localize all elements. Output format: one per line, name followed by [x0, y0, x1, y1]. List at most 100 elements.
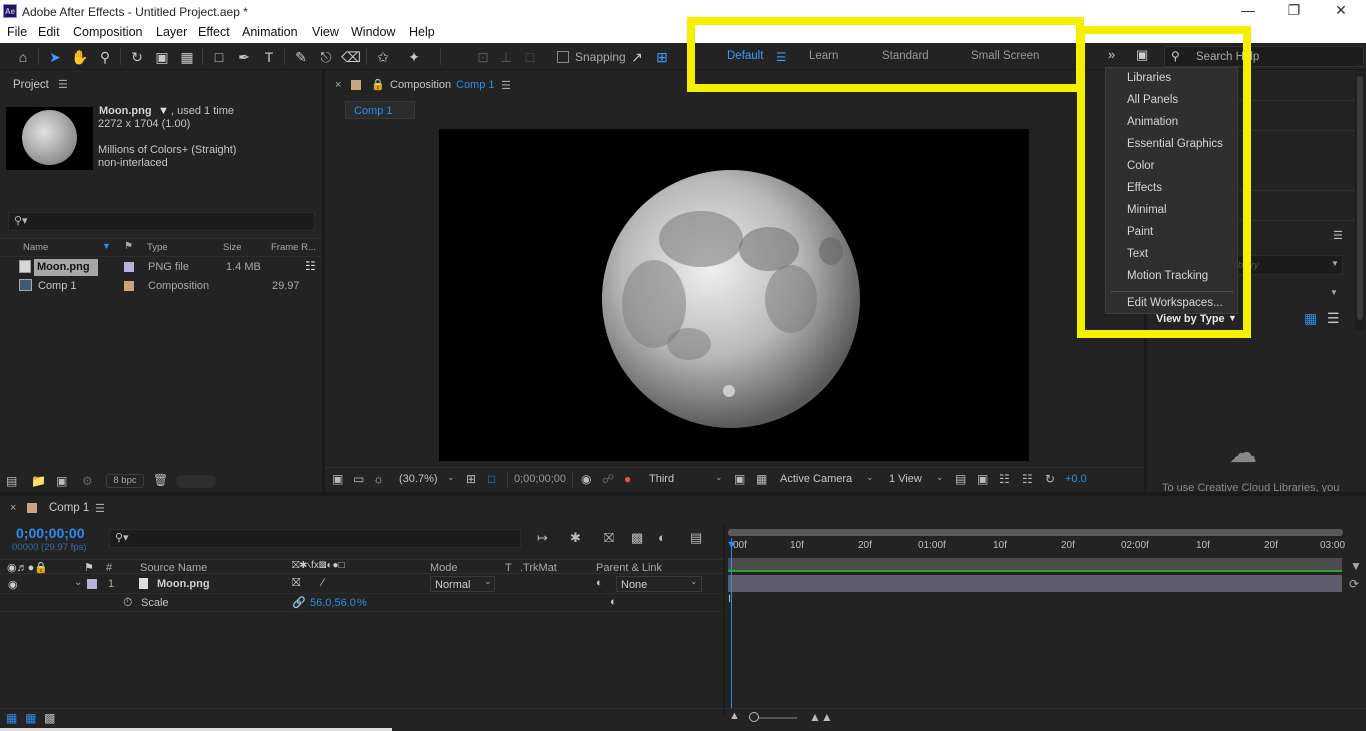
shy-switch-icon[interactable]: ⛝: [292, 577, 300, 590]
menu-item-color[interactable]: Color: [1127, 160, 1154, 172]
menu-composition[interactable]: Composition: [73, 25, 142, 39]
brush-tool-icon[interactable]: ✎: [291, 47, 311, 67]
menu-item-paint[interactable]: Paint: [1127, 226, 1153, 238]
time-ruler[interactable]: 00f 10f 20f 01:00f 10f 20f 02:00f 10f 20…: [725, 538, 1345, 558]
axis-view-icon[interactable]: □: [520, 47, 540, 67]
menu-file[interactable]: File: [7, 25, 27, 39]
menu-help[interactable]: Help: [409, 25, 435, 39]
label-color-swatch[interactable]: [124, 262, 134, 272]
chevron-down-icon[interactable]: ⌄: [447, 472, 455, 483]
close-panel-icon[interactable]: ×: [10, 502, 16, 514]
chevron-down-icon[interactable]: ⌄: [866, 472, 874, 483]
layer-duration-bar[interactable]: [728, 575, 1342, 592]
timeline-nav-icon[interactable]: ⟳: [1349, 577, 1359, 591]
layer-label-swatch[interactable]: [87, 579, 97, 589]
monitor-icon[interactable]: ▭: [353, 472, 364, 486]
graph-editor-icon[interactable]: ▤: [690, 530, 702, 546]
new-composition-icon[interactable]: ▣: [56, 474, 67, 488]
chevron-down-icon[interactable]: ▼: [1330, 288, 1338, 297]
menu-item-animation[interactable]: Animation: [1127, 116, 1178, 128]
asset-usage-dropdown-icon[interactable]: ▼: [158, 105, 169, 117]
minimize-icon[interactable]: —: [1238, 2, 1258, 20]
menu-item-all-panels[interactable]: All Panels: [1127, 94, 1178, 106]
rotate-tool-icon[interactable]: ↻: [127, 47, 147, 67]
grid-guides-icon[interactable]: ⊞: [466, 472, 476, 486]
zoom-tool-icon[interactable]: ⚲: [95, 47, 115, 67]
menu-item-edit-workspaces[interactable]: Edit Workspaces...: [1127, 297, 1223, 309]
menu-item-libraries[interactable]: Libraries: [1127, 72, 1171, 84]
snap-box-icon[interactable]: ⊞: [652, 47, 672, 67]
menu-item-effects[interactable]: Effects: [1127, 182, 1162, 194]
chevron-down-icon[interactable]: ⌄: [715, 472, 723, 483]
resolution-dropdown[interactable]: Third: [649, 473, 674, 485]
region-of-interest-icon[interactable]: ▣: [734, 472, 745, 486]
layer-switches-toggle-icon[interactable]: ▦: [6, 711, 17, 725]
menu-item-motion-tracking[interactable]: Motion Tracking: [1127, 270, 1208, 282]
transfer-controls-toggle-icon[interactable]: ▦: [25, 711, 36, 725]
expression-pickwhip-icon[interactable]: ◐: [610, 596, 617, 608]
interpret-footage-icon[interactable]: ▤: [6, 474, 17, 488]
rgb-channels-icon[interactable]: ●: [624, 472, 631, 486]
fast-previews-icon[interactable]: ▣: [977, 472, 988, 486]
constrain-proportions-icon[interactable]: 🔗: [292, 596, 306, 609]
menu-animation[interactable]: Animation: [242, 25, 298, 39]
axis-local-icon[interactable]: ⊡: [473, 47, 493, 67]
reset-exposure-icon[interactable]: ↻: [1045, 472, 1055, 486]
mask-visibility-icon[interactable]: ☼: [373, 472, 384, 486]
zoom-out-icon[interactable]: ▲: [729, 710, 740, 722]
time-navigator[interactable]: [728, 529, 1343, 536]
comp-marker-bin-icon[interactable]: ▼: [1350, 559, 1362, 573]
grid-view-icon[interactable]: ▦: [1304, 310, 1317, 327]
toggle-mask-path-icon[interactable]: □: [488, 472, 495, 486]
chevron-down-icon[interactable]: ⌄: [484, 576, 492, 587]
always-preview-icon[interactable]: ▣: [332, 472, 343, 486]
twirl-down-icon[interactable]: ⌄: [74, 577, 82, 588]
col-parent-link[interactable]: Parent & Link: [596, 562, 662, 574]
project-settings-icon[interactable]: ⚙: [82, 474, 93, 488]
label-color-swatch[interactable]: [124, 281, 134, 291]
scale-value[interactable]: 56.0,56.0: [310, 597, 356, 609]
snap-line-icon[interactable]: ↗: [627, 47, 647, 67]
panel-menu-icon[interactable]: ☰: [95, 502, 105, 515]
selection-tool-icon[interactable]: ➤: [45, 47, 65, 67]
menu-view[interactable]: View: [312, 25, 339, 39]
label-col-icon[interactable]: ⚑: [124, 241, 133, 252]
panel-menu-icon[interactable]: ☰: [1333, 229, 1343, 242]
stopwatch-icon[interactable]: ⏱: [123, 595, 132, 610]
current-time-indicator[interactable]: [731, 538, 732, 708]
current-time-field[interactable]: 0;00;00;00: [507, 471, 573, 488]
flowchart-icon[interactable]: ☷: [1022, 472, 1033, 486]
snapshot-camera-icon[interactable]: ◉: [581, 472, 591, 486]
menu-item-text[interactable]: Text: [1127, 248, 1148, 260]
roto-brush-tool-icon[interactable]: ✩: [373, 47, 393, 67]
toggle-pixel-aspect-icon[interactable]: ▤: [955, 472, 966, 486]
timeline-icon[interactable]: ☷: [999, 472, 1010, 486]
color-depth-button[interactable]: 8 bpc: [106, 474, 144, 488]
project-search-input[interactable]: ⚲▾: [8, 212, 315, 231]
quality-switch-icon[interactable]: ∕: [322, 577, 324, 589]
menu-item-essential-graphics[interactable]: Essential Graphics: [1127, 138, 1223, 150]
clone-stamp-tool-icon[interactable]: ⎋: [316, 47, 336, 67]
shy-layers-icon[interactable]: ⛝: [604, 530, 614, 546]
col-frame-rate[interactable]: Frame R...: [271, 242, 316, 253]
menu-edit[interactable]: Edit: [38, 25, 60, 39]
col-size[interactable]: Size: [223, 242, 241, 253]
show-snapshot-icon[interactable]: ☍: [602, 472, 614, 486]
pan-behind-tool-icon[interactable]: ▦: [177, 47, 197, 67]
frame-blending-icon[interactable]: ▩: [631, 530, 643, 546]
thumbnail-slider[interactable]: [176, 475, 216, 488]
chevron-down-icon[interactable]: ⌄: [936, 472, 944, 483]
comp-name-dropdown[interactable]: Comp 1: [456, 79, 495, 91]
project-panel-title[interactable]: Project: [13, 79, 49, 91]
exposure-value[interactable]: +0.0: [1065, 473, 1087, 485]
video-visibility-icon[interactable]: ◉: [8, 578, 18, 591]
close-icon[interactable]: ✕: [1331, 2, 1351, 20]
zoom-in-icon[interactable]: ▲▲: [809, 710, 833, 724]
snapping-checkbox[interactable]: [557, 51, 569, 63]
close-panel-icon[interactable]: ×: [335, 79, 341, 91]
list-view-icon[interactable]: ☰: [1327, 310, 1340, 327]
zoom-slider-handle[interactable]: [749, 712, 759, 722]
layer-row[interactable]: ◉ ⌄ 1 Moon.png ⛝ ∕ Normal ⌄ ◐ None ⌄: [0, 575, 723, 594]
timeline-tracks[interactable]: 00f 10f 20f 01:00f 10f 20f 02:00f 10f 20…: [725, 526, 1346, 716]
comp-flowchart-icon[interactable]: ↦: [537, 530, 548, 546]
